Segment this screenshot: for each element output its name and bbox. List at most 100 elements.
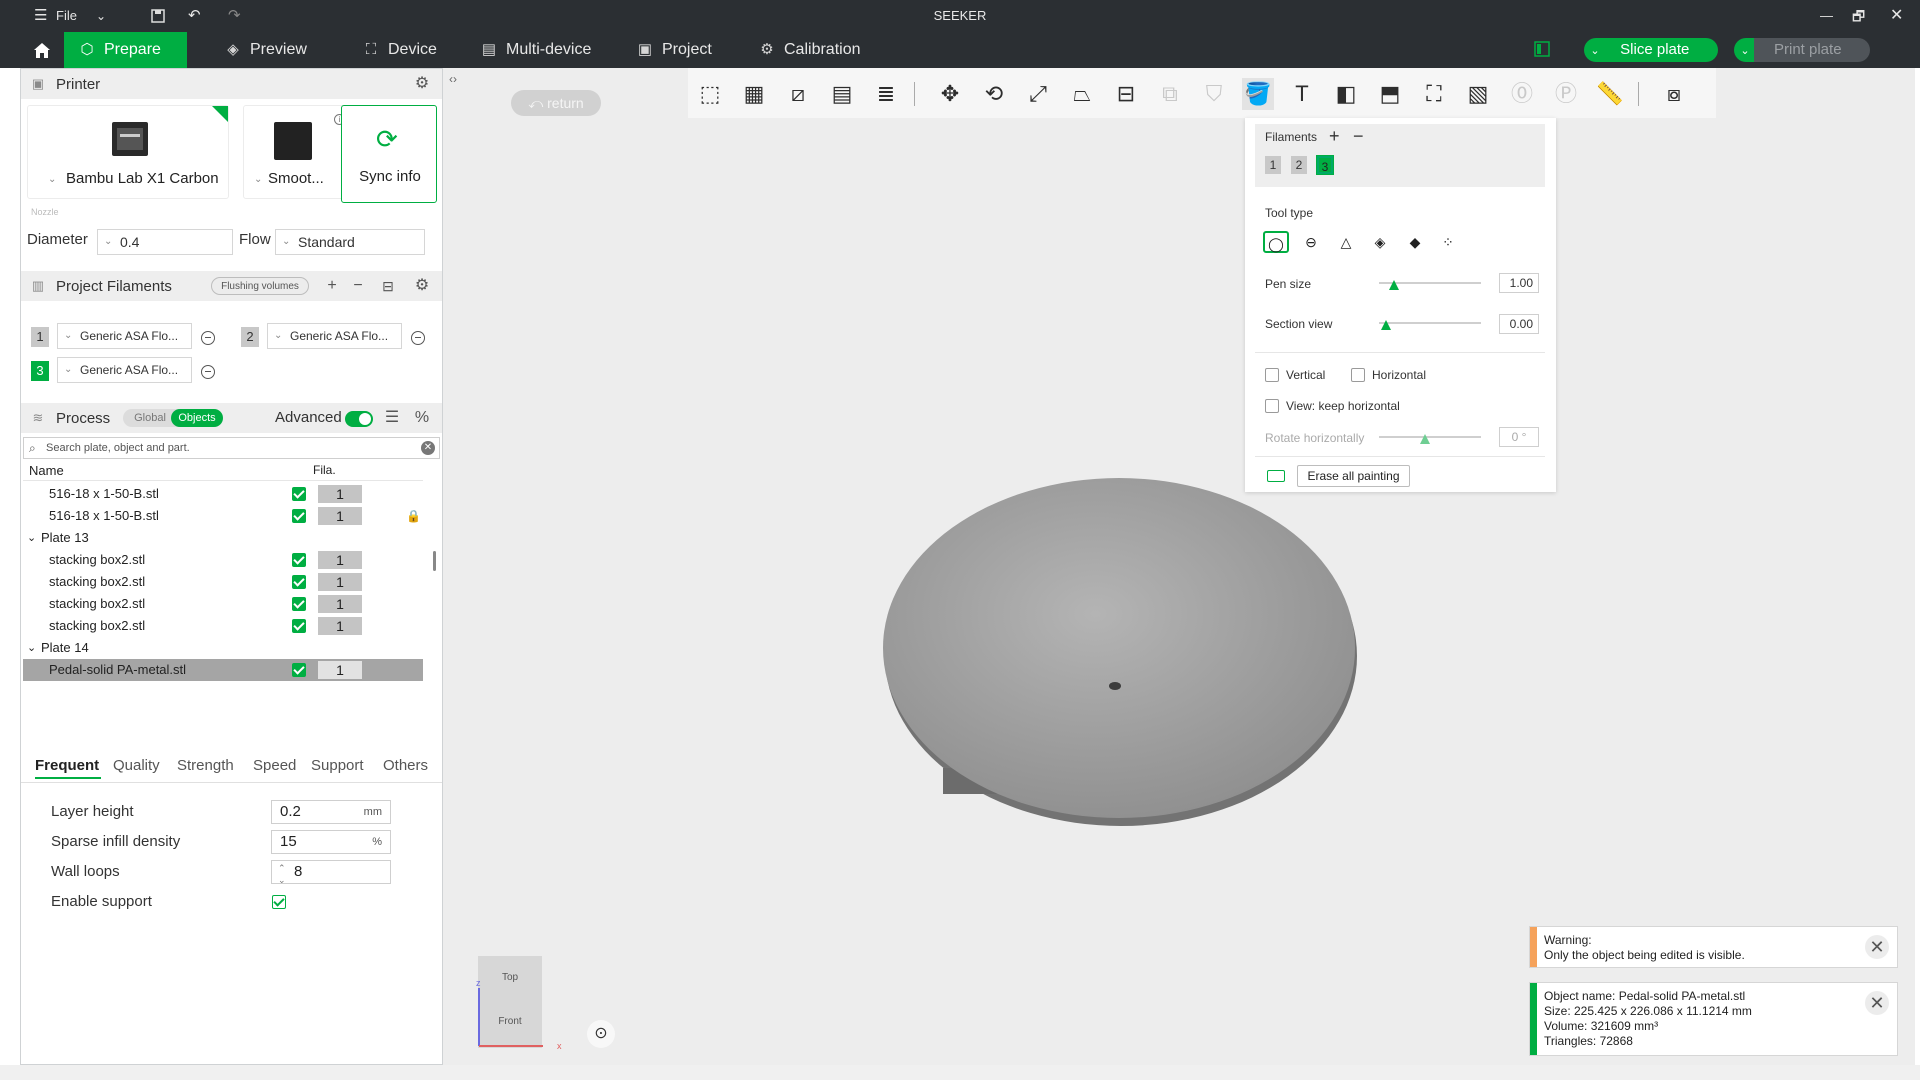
- global-objects-switch[interactable]: Global Objects: [123, 409, 223, 427]
- paint-filament-1[interactable]: 1: [1265, 156, 1281, 174]
- cut-icon[interactable]: ⊟: [1110, 78, 1142, 110]
- add-object-icon[interactable]: ⬚: [694, 78, 726, 110]
- height-range-icon[interactable]: ◈: [1367, 231, 1393, 253]
- remove-icon[interactable]: −: [349, 277, 367, 295]
- list-item[interactable]: 516-18 x 1-50-B.stl 1 🔒: [23, 505, 423, 527]
- clear-search-icon[interactable]: ✕: [421, 441, 435, 455]
- enable-support-checkbox[interactable]: [272, 895, 286, 909]
- remove-filament-icon[interactable]: [201, 365, 215, 379]
- global-option[interactable]: Global: [129, 409, 171, 427]
- boolean-icon[interactable]: ⧉: [1154, 78, 1186, 110]
- list-item[interactable]: stacking box2.stl 1: [23, 571, 423, 593]
- plate-type-card[interactable]: i ⌄ Smoot...: [243, 105, 355, 199]
- gear-icon[interactable]: ⚙: [413, 277, 431, 295]
- print-plate-button[interactable]: Print plate: [1754, 38, 1870, 62]
- triangle-brush-icon[interactable]: △: [1333, 231, 1359, 253]
- list-item[interactable]: stacking box2.stl 1: [23, 615, 423, 637]
- 3d-viewport[interactable]: ‹› ⤺ return ⬚ ▦ ⧄ ▤ ≣ ✥ ⟲ ⤢ ⏢ ⊟ ⧉ ⛉ 🪣 T …: [443, 68, 1915, 1065]
- view-zero-icon[interactable]: ⓪: [1506, 78, 1538, 110]
- mesh-boolean-icon[interactable]: ⬒: [1374, 78, 1406, 110]
- object-filament[interactable]: 1: [318, 573, 362, 591]
- tab-speed[interactable]: Speed: [253, 757, 296, 774]
- section-view-slider-thumb[interactable]: [1381, 320, 1391, 330]
- color-paint-icon[interactable]: 🪣: [1242, 78, 1274, 110]
- rotate-icon[interactable]: ⟲: [978, 78, 1010, 110]
- undo-icon[interactable]: ↶: [188, 0, 201, 32]
- seam-paint-icon[interactable]: ◧: [1330, 78, 1362, 110]
- tab-project[interactable]: ▣ Project: [636, 32, 712, 68]
- scale-icon[interactable]: ⤢: [1022, 78, 1054, 110]
- save-icon[interactable]: [150, 0, 166, 32]
- move-icon[interactable]: ✥: [934, 78, 966, 110]
- flushing-volumes-button[interactable]: Flushing volumes: [211, 277, 309, 295]
- return-button[interactable]: ⤺ return: [511, 90, 601, 116]
- pen-size-slider-thumb[interactable]: [1389, 280, 1399, 290]
- maximize-icon[interactable]: 🗗: [1852, 0, 1865, 32]
- chevron-down-icon[interactable]: ⌄: [1584, 39, 1606, 63]
- 3d-model-disc[interactable]: [873, 448, 1373, 888]
- redo-icon[interactable]: ↷: [228, 0, 241, 32]
- lock-icon[interactable]: 🔒: [406, 505, 421, 527]
- remove-filament-icon[interactable]: −: [1353, 126, 1364, 147]
- add-filament-icon[interactable]: +: [1329, 126, 1340, 147]
- visibility-checkbox[interactable]: [292, 553, 306, 567]
- gap-fill-icon[interactable]: ⁘: [1435, 231, 1461, 253]
- list-item[interactable]: stacking box2.stl 1: [23, 549, 423, 571]
- plate-row[interactable]: ⌄ Plate 13: [23, 527, 423, 549]
- chevron-down-icon[interactable]: ⌄: [27, 527, 36, 549]
- add-plate-icon[interactable]: ▦: [738, 78, 770, 110]
- printer-model-card[interactable]: ⌄ Bambu Lab X1 Carbon: [27, 105, 229, 199]
- object-filament[interactable]: 1: [318, 551, 362, 569]
- home-icon[interactable]: [24, 32, 60, 68]
- rotate-input[interactable]: 0 °: [1499, 427, 1539, 447]
- text-icon[interactable]: T: [1286, 78, 1318, 110]
- tab-prepare[interactable]: ⬡ Prepare: [64, 32, 187, 68]
- percent-icon[interactable]: %: [413, 409, 431, 427]
- print-plate-dropdown[interactable]: ⌄: [1734, 38, 1756, 62]
- plate-row[interactable]: ⌄ Plate 14: [23, 637, 423, 659]
- section-view-input[interactable]: 0.00: [1499, 314, 1539, 334]
- rotate-slider[interactable]: [1379, 436, 1481, 438]
- visibility-checkbox[interactable]: [292, 619, 306, 633]
- support-paint-icon[interactable]: ⛉: [1198, 78, 1230, 110]
- list-icon[interactable]: ☰: [383, 409, 401, 427]
- list-item[interactable]: stacking box2.stl 1: [23, 593, 423, 615]
- sphere-brush-icon[interactable]: ⊖: [1298, 231, 1324, 253]
- layers-stack-icon[interactable]: ≣: [870, 78, 902, 110]
- visibility-checkbox[interactable]: [292, 509, 306, 523]
- paint-filament-3[interactable]: 3: [1316, 155, 1334, 175]
- tab-support[interactable]: Support: [311, 757, 364, 774]
- infill-density-field[interactable]: 15 %: [271, 830, 391, 854]
- variable-layer-icon[interactable]: ▧: [1462, 78, 1494, 110]
- objects-option[interactable]: Objects: [171, 409, 223, 427]
- object-filament[interactable]: 1: [318, 485, 362, 503]
- tab-quality[interactable]: Quality: [113, 757, 160, 774]
- visibility-checkbox[interactable]: [292, 575, 306, 589]
- search-input[interactable]: ⌕ Search plate, object and part. ✕: [23, 437, 440, 459]
- horizontal-checkbox[interactable]: [1351, 368, 1365, 382]
- auto-orient-icon[interactable]: ⧄: [782, 78, 814, 110]
- advanced-toggle[interactable]: [345, 411, 373, 427]
- hamburger-icon[interactable]: ☰: [34, 0, 47, 32]
- layer-height-field[interactable]: 0.2 mm: [271, 800, 391, 824]
- list-item[interactable]: 516-18 x 1-50-B.stl 1: [23, 483, 423, 505]
- fit-icon[interactable]: ⛶: [1418, 78, 1450, 110]
- section-view-slider[interactable]: [1379, 322, 1481, 324]
- keep-horizontal-checkbox[interactable]: [1265, 399, 1279, 413]
- fit-view-icon[interactable]: ⊙: [587, 1020, 615, 1048]
- filament-select-3[interactable]: ⌄ Generic ASA Flo...: [57, 357, 192, 383]
- slice-plate-button[interactable]: ⌄ Slice plate: [1584, 38, 1718, 62]
- assembly-icon[interactable]: ⧇: [1658, 78, 1690, 110]
- rotate-slider-thumb[interactable]: [1420, 434, 1430, 444]
- gear-icon[interactable]: ⚙: [413, 75, 431, 93]
- chevron-down-icon[interactable]: ⌄: [27, 637, 36, 659]
- vertical-checkbox[interactable]: [1265, 368, 1279, 382]
- scrollbar-thumb[interactable]: [433, 551, 436, 571]
- close-icon[interactable]: ✕: [1890, 0, 1903, 32]
- stepper-down-icon[interactable]: ⌄: [278, 869, 286, 891]
- visibility-checkbox[interactable]: [292, 663, 306, 677]
- object-filament[interactable]: 1: [318, 661, 362, 679]
- close-icon[interactable]: ✕: [1865, 991, 1889, 1015]
- add-icon[interactable]: +: [323, 277, 341, 295]
- layout-icon[interactable]: [1534, 41, 1550, 57]
